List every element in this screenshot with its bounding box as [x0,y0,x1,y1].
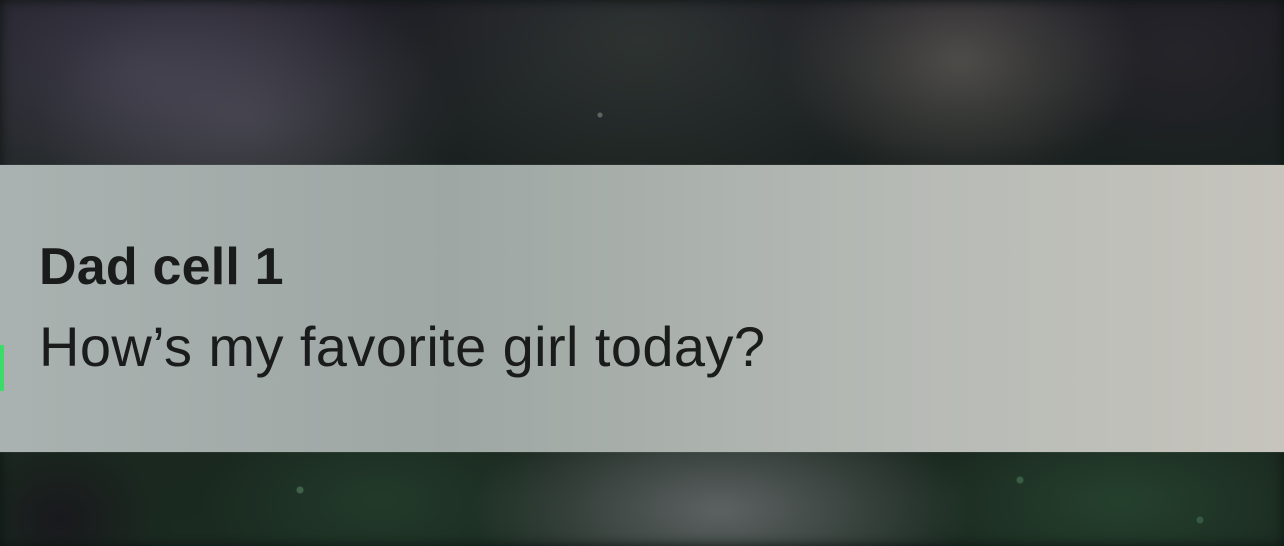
app-accent-strip [0,345,4,391]
notification-message: How’s my favorite girl today? [39,315,766,378]
lock-screen: Dad cell 1 How’s my favorite girl today? [0,0,1284,546]
message-notification-banner[interactable]: Dad cell 1 How’s my favorite girl today? [0,165,1284,452]
notification-sender: Dad cell 1 [39,238,284,296]
